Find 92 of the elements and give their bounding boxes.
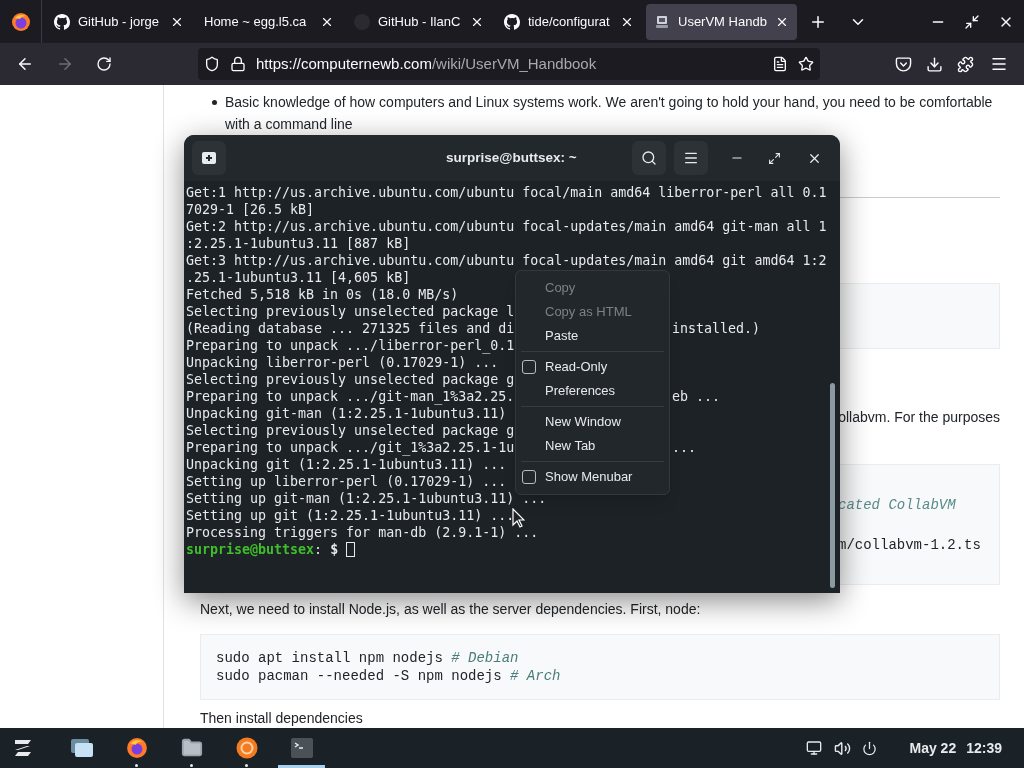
paragraph-text: ollabvm. For the purposes <box>838 408 1000 427</box>
tab-title: GitHub - IlanC <box>378 12 462 31</box>
lock-icon <box>230 56 246 72</box>
menu-icon[interactable] <box>990 55 1008 73</box>
maximize-icon[interactable] <box>768 151 781 165</box>
tab-title: tide/configurat <box>528 12 611 31</box>
menu-item[interactable]: Show Menubar <box>516 465 669 489</box>
menu-button[interactable] <box>674 141 708 175</box>
restore-icon[interactable] <box>964 13 980 30</box>
checkbox[interactable] <box>522 470 536 484</box>
text-cursor <box>346 542 356 557</box>
menu-item[interactable]: Paste <box>516 324 669 348</box>
browser-tab[interactable]: Home ~ egg.l5.ca <box>196 3 342 40</box>
reader-view-icon[interactable] <box>772 56 788 72</box>
terminal-line: Get:1 http://us.archive.ubuntu.com/ubuntu focal/main amd64 liberror-perl all 0.1 <box>186 185 827 200</box>
code-line: m/collabvm-1.2.ts <box>838 536 982 555</box>
tab-title: UserVM Handb <box>678 12 767 31</box>
terminal-line: Processing triggers for man-db (2.9.1-1) ... <box>186 525 539 540</box>
date-text[interactable]: May 22 <box>909 737 957 759</box>
browser-tab[interactable]: tide/configurat <box>496 3 642 40</box>
terminal-line: Setting up git (1:2.25.1-1ubuntu3.11) ... <box>186 508 515 523</box>
extensions-icon[interactable] <box>957 55 974 73</box>
code-comment: cated CollabVM <box>838 496 957 515</box>
browser-tab[interactable]: GitHub - jorge <box>46 3 192 40</box>
forward-icon[interactable] <box>56 55 74 73</box>
terminal-line: Unpacking git-man (1:2.25.1-1ubuntu3.11) <box>186 406 507 421</box>
terminal-prompt: surprise@buttsex: $ <box>186 541 339 558</box>
bookmark-star-icon[interactable] <box>798 56 814 72</box>
menu-item[interactable]: Preferences <box>516 379 669 403</box>
sync-icon[interactable] <box>235 737 258 759</box>
shield-icon <box>204 56 220 72</box>
terminal-line: Setting up git-man (1:2.25.1-1ubuntu3.11) ... <box>186 491 547 506</box>
window-title: surprise@buttsex: ~ <box>446 148 577 167</box>
bullet-icon <box>212 100 217 105</box>
menu-icon <box>683 150 699 166</box>
terminal-line: 7029-1 [26.5 kB] <box>186 202 315 217</box>
mouse-pointer-icon <box>512 508 525 528</box>
terminal-line: Get:2 http://us.archive.ubuntu.com/ubuntu focal-updates/main amd64 git-man all 1 <box>186 219 827 234</box>
terminal-line: eb ... <box>672 388 721 405</box>
code-line: sudo pacman --needed -S npm nodejs # Arch <box>216 667 562 685</box>
back-icon[interactable] <box>16 55 34 73</box>
display-icon[interactable] <box>806 740 823 756</box>
scrollbar-thumb[interactable] <box>830 383 835 588</box>
new-tab-button[interactable] <box>192 141 226 175</box>
browser-logo-icon[interactable] <box>10 11 31 32</box>
download-icon[interactable] <box>926 55 943 73</box>
terminal-line: Selecting previously unselected package g <box>186 423 515 438</box>
paragraph-text: Then install dependencies <box>200 709 364 728</box>
search-icon <box>641 150 657 166</box>
checkbox[interactable] <box>522 360 536 374</box>
menu-item[interactable]: New Window <box>516 410 669 434</box>
paragraph-text: Next, we need to install Node.js, as well as the server dependencies. First, node: <box>200 600 702 619</box>
terminal-line: Fetched 5,518 kB in 0s (18.0 MB/s) <box>186 287 459 302</box>
browser-icon[interactable] <box>125 737 148 759</box>
terminal-line: (Reading database ... 271325 files and di <box>186 321 515 336</box>
terminal-icon[interactable] <box>290 738 313 758</box>
menu-item[interactable]: Read-Only <box>516 355 669 379</box>
tab-title: Home ~ egg.l5.ca <box>204 12 308 31</box>
terminal-line: Selecting previously unselected package l <box>186 304 515 319</box>
volume-icon[interactable] <box>834 739 852 757</box>
browser-tab[interactable]: UserVM Handb <box>646 3 797 40</box>
terminal-line: Preparing to unpack .../liberror-perl_0.1 <box>186 338 515 353</box>
terminal-line: Selecting previously unselected package g <box>186 372 515 387</box>
terminal-line: Preparing to unpack .../git-man_1%3a2.25. <box>186 389 515 404</box>
terminal-line: ... <box>672 439 697 456</box>
time-text[interactable]: 12:39 <box>966 737 1002 759</box>
menu-item[interactable]: New Tab <box>516 434 669 458</box>
terminal-line: :2.25.1-1ubuntu3.11 [887 kB] <box>186 236 411 251</box>
terminal-line: Unpacking git (1:2.25.1-1ubuntu3.11) ... <box>186 457 507 472</box>
list-item-text: Basic knowledge of how computers and Linux systems work. We aren't going to hold your hand, you need to be comfortable with a command line <box>224 93 994 134</box>
github-icon <box>54 13 70 30</box>
github-icon <box>504 13 520 30</box>
pocket-icon[interactable] <box>895 55 912 73</box>
new-tab-icon <box>201 151 217 165</box>
reload-icon[interactable] <box>96 56 112 72</box>
tab-title: GitHub - jorge <box>78 12 160 31</box>
windows-icon[interactable] <box>70 739 93 757</box>
terminal-line: Unpacking liberror-perl (0.17029-1) ... <box>186 355 499 370</box>
terminal-line: Get:3 http://us.archive.ubuntu.com/ubuntu focal-updates/main amd64 git amd64 1:2 <box>186 253 827 268</box>
terminal-line: Preparing to unpack .../git_1%3a2.25.1-1u <box>186 440 515 455</box>
power-icon[interactable] <box>862 740 878 756</box>
terminal-line: Setting up liberror-perl (0.17029-1) ... <box>186 474 507 489</box>
start-menu-icon[interactable] <box>12 739 34 757</box>
search-button[interactable] <box>632 141 666 175</box>
code-line: sudo apt install npm nodejs # Debian <box>216 649 520 667</box>
site-icon <box>654 13 670 30</box>
browser-tab[interactable]: GitHub - IlanC <box>346 3 492 40</box>
terminal-line: installed.) <box>672 320 761 337</box>
address-bar[interactable]: https://computernewb.com/wiki/UserVM_Handbook <box>198 48 820 80</box>
folder-icon[interactable] <box>180 737 203 759</box>
url-text: https://computernewb.com/wiki/UserVM_Handbook <box>256 53 598 74</box>
terminal-line: .25.1-1ubuntu3.11 [4,605 kB] <box>186 270 411 285</box>
